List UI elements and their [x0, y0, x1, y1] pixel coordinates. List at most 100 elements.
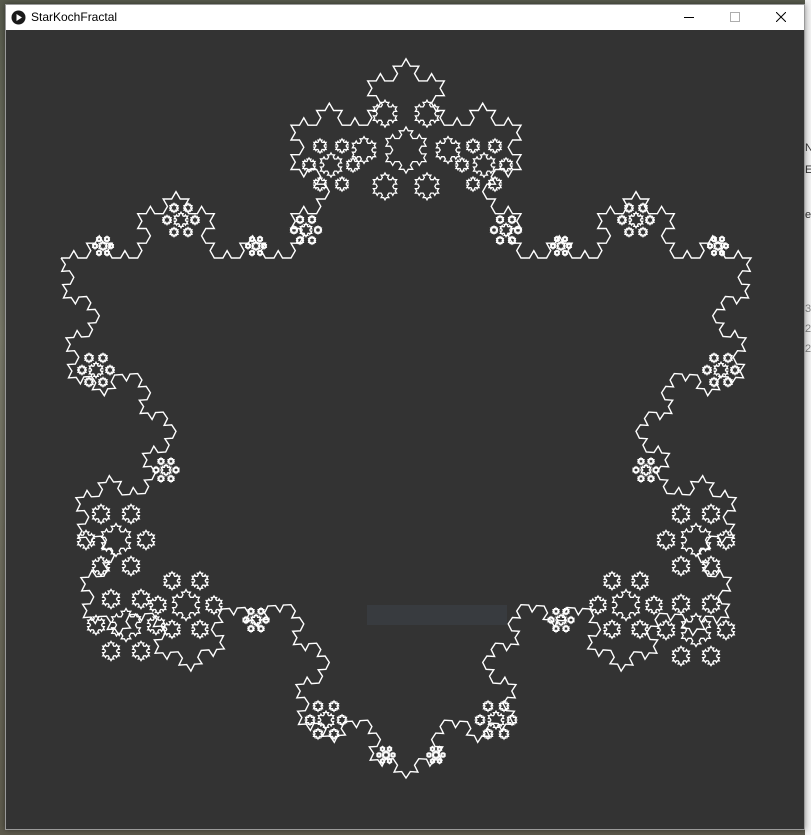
edge-cluster-16-petal	[389, 751, 397, 759]
left-cluster-lower-petal	[101, 640, 121, 662]
right-cluster-mid-core	[611, 588, 641, 622]
right-cluster-lower-petal	[671, 645, 691, 667]
left-cluster-upper-petal	[121, 503, 141, 525]
edge-cluster-15-petal	[722, 241, 730, 251]
left-cluster-mid-petal	[191, 619, 209, 640]
right-cluster-upper-petal	[671, 503, 691, 525]
edge-cluster-8-petal	[336, 713, 348, 727]
edge-cluster-11-petal	[507, 214, 517, 225]
right-cluster-upper-petal	[656, 529, 676, 551]
left-cluster-upper-petal	[121, 555, 141, 577]
background-window-edge: N E e 3 2 2	[805, 0, 811, 835]
top-left-cluster-petal	[334, 137, 350, 155]
edge-cluster-12-petal	[103, 248, 111, 257]
edge-cluster-11-petal	[495, 214, 505, 225]
top-left-cluster-petal	[312, 137, 328, 155]
edge-cluster-3-petal	[722, 376, 734, 388]
left-cluster-mid-petal	[163, 570, 181, 591]
left-cluster-mid-petal	[191, 570, 209, 591]
left-cluster-lower-petal	[131, 588, 151, 610]
edge-cluster-11-petal	[495, 235, 505, 246]
edge-cluster-7-petal	[562, 624, 570, 634]
edge-cluster-9-core	[487, 709, 505, 731]
edge-cluster-13-petal	[248, 235, 256, 244]
edge-cluster-7-petal	[567, 615, 575, 625]
edge-cluster-12-petal	[103, 235, 111, 244]
edge-cluster-0-petal	[182, 226, 194, 238]
left-cluster-upper-petal	[91, 555, 111, 577]
top-right-cluster-petal	[454, 156, 470, 174]
edge-cluster-13-petal	[248, 248, 256, 257]
top-cluster-petal	[372, 171, 398, 202]
edge-cluster-5-petal	[637, 474, 645, 484]
edge-cluster-14-petal	[565, 241, 573, 251]
edge-cluster-9-petal	[482, 699, 494, 713]
edge-cluster-17-core	[431, 749, 441, 760]
edge-cluster-0-core	[173, 210, 189, 230]
edge-cluster-14-petal	[561, 248, 569, 257]
maximize-button[interactable]	[712, 5, 758, 30]
left-cluster-upper-petal	[136, 529, 156, 551]
edge-cluster-14-core	[556, 240, 566, 252]
maximize-icon	[730, 9, 740, 27]
edge-cluster-10-petal	[295, 214, 305, 225]
edge-cluster-9-petal	[498, 727, 510, 741]
title-bar[interactable]: StarKochFractal	[6, 5, 804, 30]
left-cluster-upper-core	[100, 522, 132, 558]
drawing-canvas[interactable]	[6, 30, 804, 829]
edge-cluster-8-core	[317, 709, 335, 731]
edge-cluster-0-petal	[168, 202, 180, 214]
edge-cluster-5-petal	[637, 456, 645, 466]
left-cluster-mid-petal	[149, 594, 167, 616]
edge-cluster-7-petal	[552, 606, 560, 616]
right-cluster-mid-petal	[603, 619, 621, 640]
edge-cluster-4-core	[159, 463, 173, 477]
edge-cluster-2-petal	[83, 352, 95, 364]
edge-cluster-16-petal	[379, 757, 386, 765]
right-cluster-lower-petal	[671, 593, 691, 615]
close-icon	[775, 9, 787, 27]
edge-cluster-10-petal	[307, 214, 317, 225]
edge-cluster-13-petal	[244, 241, 252, 251]
app-window: StarKochFractal	[5, 4, 805, 830]
top-right-cluster-petal	[498, 156, 514, 174]
edge-cluster-12-petal	[95, 235, 103, 244]
edge-cluster-0-petal	[189, 214, 201, 226]
edge-cluster-2-petal	[97, 376, 109, 388]
edge-cluster-4-petal	[152, 465, 160, 475]
top-left-cluster-petal	[334, 175, 350, 193]
edge-cluster-6-petal	[257, 624, 265, 634]
edge-cluster-2-petal	[97, 352, 109, 364]
edge-cluster-8-petal	[312, 699, 324, 713]
right-cluster-upper-petal	[701, 503, 721, 525]
edge-cluster-1-petal	[637, 202, 649, 214]
edge-cluster-1-petal	[623, 202, 635, 214]
right-cluster-lower-petal	[701, 593, 721, 615]
edge-cluster-7-petal	[552, 624, 560, 634]
edge-cluster-3-petal	[722, 352, 734, 364]
play-icon	[11, 10, 26, 25]
edge-cluster-1-petal	[623, 226, 635, 238]
edge-cluster-3-core	[713, 360, 729, 380]
minimize-button[interactable]	[666, 5, 712, 30]
edge-cluster-17-petal	[425, 751, 433, 759]
edge-cluster-5-core	[639, 463, 653, 477]
close-button[interactable]	[758, 5, 804, 30]
edge-cluster-16-petal	[375, 751, 383, 759]
top-cluster-petal	[435, 135, 461, 165]
fractal-outline	[60, 57, 753, 780]
edge-cluster-11-petal	[513, 225, 523, 235]
right-cluster-lower-petal	[716, 619, 736, 641]
edge-cluster-4-petal	[167, 456, 175, 466]
right-cluster-mid-petal	[631, 570, 649, 591]
edge-cluster-2-petal	[83, 376, 95, 388]
top-left-cluster-petal	[345, 156, 361, 174]
edge-cluster-15-petal	[706, 241, 714, 251]
edge-cluster-4-petal	[167, 474, 175, 484]
edge-cluster-8-petal	[312, 727, 324, 741]
edge-cluster-16-petal	[379, 745, 386, 753]
left-cluster-mid-petal	[205, 594, 223, 616]
edge-cluster-3-petal	[729, 364, 741, 376]
edge-cluster-1-petal	[616, 214, 628, 226]
edge-cluster-0-petal	[168, 226, 180, 238]
